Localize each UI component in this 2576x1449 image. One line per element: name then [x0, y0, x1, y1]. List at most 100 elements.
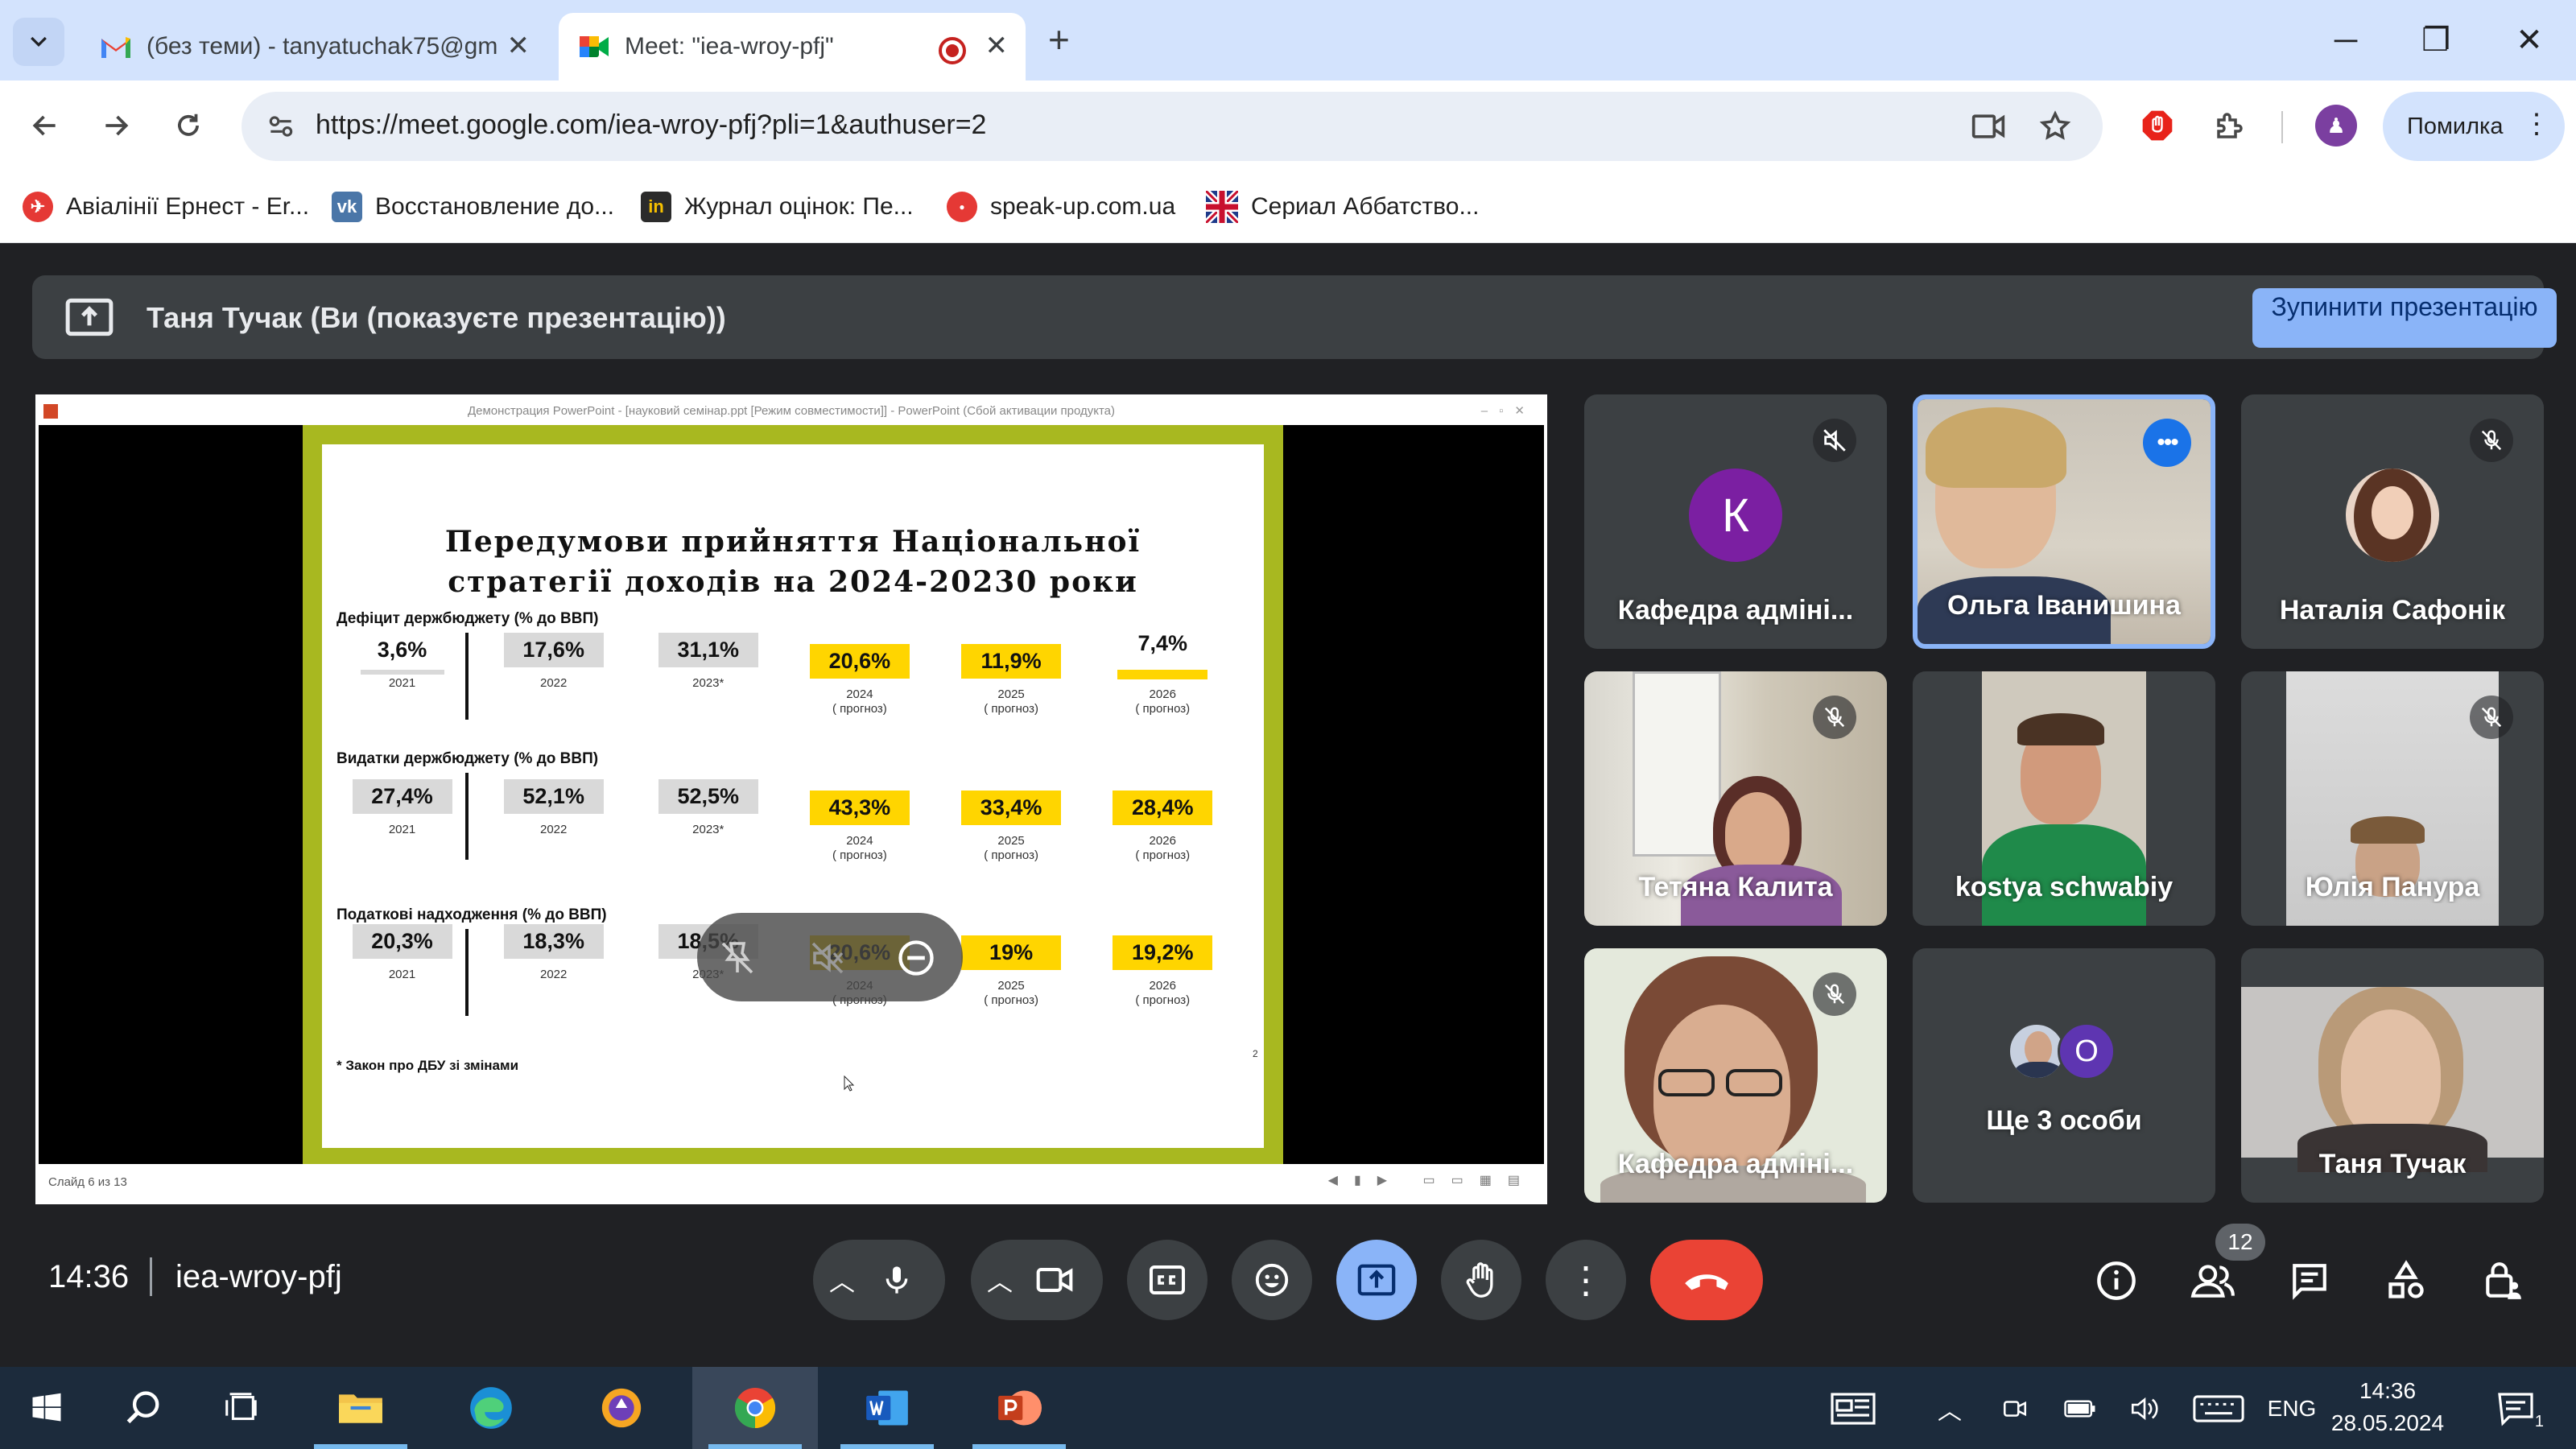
notifications-icon[interactable]: 1 [2487, 1391, 2544, 1430]
tab-search-button[interactable] [13, 18, 64, 66]
reactions-button[interactable] [1232, 1240, 1312, 1320]
close-icon[interactable]: ✕ [985, 32, 1009, 60]
microphone-button[interactable] [865, 1248, 929, 1312]
word-app[interactable] [824, 1367, 950, 1449]
minimize-button[interactable]: ─ [2322, 16, 2370, 64]
arrow-right-icon [105, 115, 129, 136]
battery-icon[interactable] [2061, 1391, 2099, 1426]
forecast-note: ( прогноз) [1135, 702, 1191, 716]
bookmark-item[interactable]: in Журнал оцінок: Пе... [641, 187, 914, 227]
browser-toolbar: https://meet.google.com/iea-wroy-pfj?pli… [0, 80, 2576, 172]
participant-name: Ольга Іванишина [1947, 590, 2181, 621]
forecast-note: ( прогноз) [984, 702, 1038, 716]
participant-tile[interactable]: К Кафедра адміні... [1584, 394, 1887, 649]
present-to-all-icon [1357, 1264, 1396, 1296]
file-explorer-app[interactable] [298, 1367, 423, 1449]
touch-keyboard-icon[interactable] [2190, 1391, 2248, 1426]
edge-app[interactable] [428, 1367, 554, 1449]
year-label: 2021 [346, 676, 459, 691]
presenting-text: Таня Тучак (Ви (показуєте презентацію)) [147, 301, 726, 334]
adblock-extension-button[interactable] [2133, 101, 2182, 150]
participant-name: kostya schwabiy [1955, 872, 2174, 902]
more-vert-icon: ⋮ [1567, 1259, 1604, 1301]
section-title: Дефіцит держбюджету (% до ВВП) [336, 610, 599, 627]
camera-button[interactable] [1022, 1248, 1087, 1312]
volume-icon[interactable] [2125, 1391, 2164, 1426]
meeting-details-button[interactable] [2088, 1253, 2145, 1309]
back-button[interactable] [21, 101, 69, 150]
section-title: Податкові надходження (% до ВВП) [336, 906, 607, 923]
more-vert-icon[interactable]: ⋮ [2523, 108, 2550, 140]
activities-button[interactable] [2378, 1253, 2434, 1309]
bookmark-label: Журнал оцінок: Пе... [684, 193, 914, 220]
reload-button[interactable] [164, 101, 213, 150]
leave-call-button[interactable] [1650, 1240, 1763, 1320]
section-title: Видатки держбюджету (% до ВВП) [336, 750, 599, 767]
powerpoint-app[interactable] [956, 1367, 1082, 1449]
restore-button[interactable]: ❐ [2412, 16, 2460, 64]
vk-icon: vk [332, 192, 362, 222]
participant-tile[interactable]: Тетяна Калита [1584, 671, 1887, 926]
avatar: К [1689, 469, 1782, 562]
pin-off-icon[interactable] [715, 935, 760, 980]
host-controls-button[interactable] [2475, 1253, 2531, 1309]
stop-presenting-button[interactable]: Зупинити презентацію [2252, 288, 2557, 348]
participant-name: Кафедра адміні... [1617, 1149, 1854, 1179]
new-tab-button[interactable]: + [1048, 21, 1070, 58]
slide-title: Передумови прийняття Національної страте… [322, 522, 1264, 602]
news-widget-icon[interactable] [1827, 1391, 1879, 1426]
star-icon[interactable] [2038, 109, 2072, 143]
close-icon[interactable]: ✕ [507, 32, 530, 60]
raise-hand-button[interactable] [1441, 1240, 1521, 1320]
task-view-button[interactable] [180, 1367, 301, 1449]
close-window-button[interactable]: ✕ [2505, 16, 2553, 64]
show-hidden-icons-chevron-icon[interactable]: ︿ [1932, 1391, 1967, 1426]
profile-error-button[interactable]: Помилка ⋮ [2383, 92, 2565, 161]
self-view-tile[interactable]: Таня Тучак [2241, 948, 2544, 1203]
present-now-button[interactable] [1336, 1240, 1417, 1320]
start-button[interactable] [0, 1367, 93, 1449]
tab-meet[interactable]: Meet: "iea-wroy-pfj" ✕ [559, 13, 1026, 80]
chat-button[interactable] [2281, 1253, 2338, 1309]
people-button[interactable] [2185, 1253, 2241, 1309]
participant-tile[interactable]: Кафедра адміні... [1584, 948, 1887, 1203]
bookmark-label: Сериал Аббатство... [1251, 193, 1480, 220]
remove-tile-icon[interactable] [894, 935, 939, 980]
participant-tile-speaking[interactable]: ••• Ольга Іванишина [1913, 394, 2215, 649]
chrome-app[interactable] [692, 1367, 818, 1449]
bookmark-item[interactable]: vk Восстановление до... [332, 187, 614, 227]
slide-title-line: Передумови прийняття Національної [444, 525, 1141, 559]
avast-browser-app[interactable] [559, 1367, 684, 1449]
camera-icon[interactable] [1971, 111, 2006, 142]
powerpoint-icon [43, 404, 58, 419]
forward-button[interactable] [92, 101, 140, 150]
video-settings-chevron-icon[interactable]: ︿ [987, 1261, 1013, 1298]
more-options-button[interactable]: ⋮ [1546, 1240, 1626, 1320]
more-participants-tile[interactable]: О Ще 3 особи [1913, 948, 2215, 1203]
mute-presentation-icon[interactable] [805, 935, 850, 980]
bookmark-item[interactable]: ✈ Авіалінії Ернест - Er... [23, 187, 309, 227]
stop-sign-icon [2142, 110, 2173, 141]
audio-settings-chevron-icon[interactable]: ︿ [829, 1261, 855, 1298]
divider-line [465, 773, 469, 860]
tab-gmail[interactable]: (без теми) - tanyatuchak75@gm ✕ [80, 13, 547, 80]
meet-now-icon[interactable] [1996, 1391, 2033, 1426]
participant-tile[interactable]: Наталія Сафонік [2241, 394, 2544, 649]
participant-tile[interactable]: kostya schwabiy [1913, 671, 2215, 926]
extensions-button[interactable] [2206, 101, 2254, 150]
address-bar[interactable]: https://meet.google.com/iea-wroy-pfj?pli… [242, 92, 2103, 161]
bookmark-item[interactable]: Сериал Аббатство... [1203, 187, 1480, 227]
stat-value: 19,2% [1113, 935, 1213, 970]
system-clock[interactable]: 14:36 28.05.2024 [2307, 1375, 2468, 1439]
year-text: 2025 [997, 687, 1025, 701]
captions-button[interactable] [1127, 1240, 1208, 1320]
windows-logo-icon [32, 1393, 61, 1422]
profile-avatar[interactable]: ♟ [2312, 101, 2360, 150]
muted-mic-icon [2470, 419, 2513, 462]
view-controls[interactable]: ◀▮▶ ▭▭▦▤ [1328, 1172, 1536, 1188]
presenting-banner: Таня Тучак (Ви (показуєте презентацію)) … [32, 275, 2557, 359]
bookmark-item[interactable]: ● speak-up.com.ua [947, 187, 1175, 227]
stat-value: 43,3% [809, 791, 910, 825]
participant-tile[interactable]: Юлія Панура [2241, 671, 2544, 926]
more-options-icon[interactable]: ••• [2143, 419, 2191, 467]
